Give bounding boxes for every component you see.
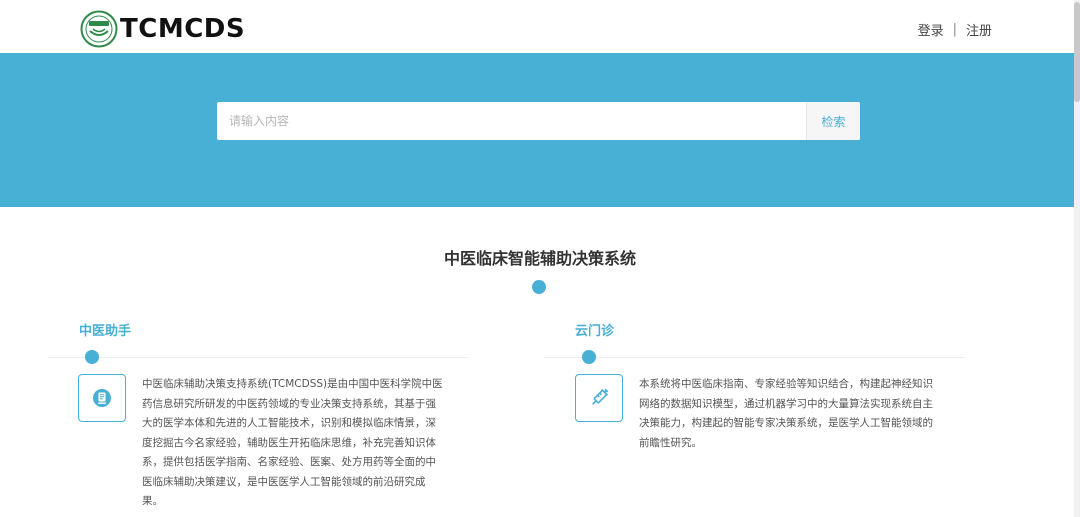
logo-text: TCMCDS — [120, 14, 246, 44]
section-title[interactable]: 云门诊 — [575, 320, 614, 339]
section-description: 中医临床辅助决策支持系统(TCMCDSS)是由中国中医科学院中医药信息研究所研发… — [142, 378, 443, 507]
top-header: TCMCDS 登录 | 注册 — [0, 0, 1080, 53]
search-input[interactable] — [217, 102, 806, 140]
auth-links: 登录 | 注册 — [918, 20, 992, 39]
tcm-emblem-icon — [80, 10, 118, 48]
search-button[interactable]: 检索 — [806, 102, 860, 140]
section-dot — [582, 350, 596, 364]
section-divider — [48, 357, 468, 358]
section-icon-box[interactable] — [575, 374, 623, 422]
section-divider — [545, 357, 965, 358]
logo[interactable]: TCMCDS — [80, 10, 245, 48]
section-title[interactable]: 中医助手 — [79, 320, 131, 339]
page-title: 中医临床智能辅助决策系统 — [443, 249, 636, 268]
document-icon — [93, 389, 111, 407]
page-scrollbar[interactable] — [1074, 0, 1080, 517]
auth-separator: | — [952, 22, 957, 37]
register-link[interactable]: 注册 — [966, 20, 992, 39]
section-dot — [85, 350, 99, 364]
scrollbar-thumb[interactable] — [1074, 2, 1080, 102]
title-dot — [532, 280, 546, 294]
syringe-icon — [592, 388, 609, 405]
login-link[interactable]: 登录 — [918, 20, 944, 39]
search-box: 检索 — [217, 102, 860, 140]
section-description: 本系统将中医临床指南、专家经验等知识结合，构建起神经知识网络的数据知识模型，通过… — [639, 378, 933, 449]
section-icon-box[interactable] — [78, 374, 126, 422]
search-banner: 检索 — [0, 53, 1080, 207]
